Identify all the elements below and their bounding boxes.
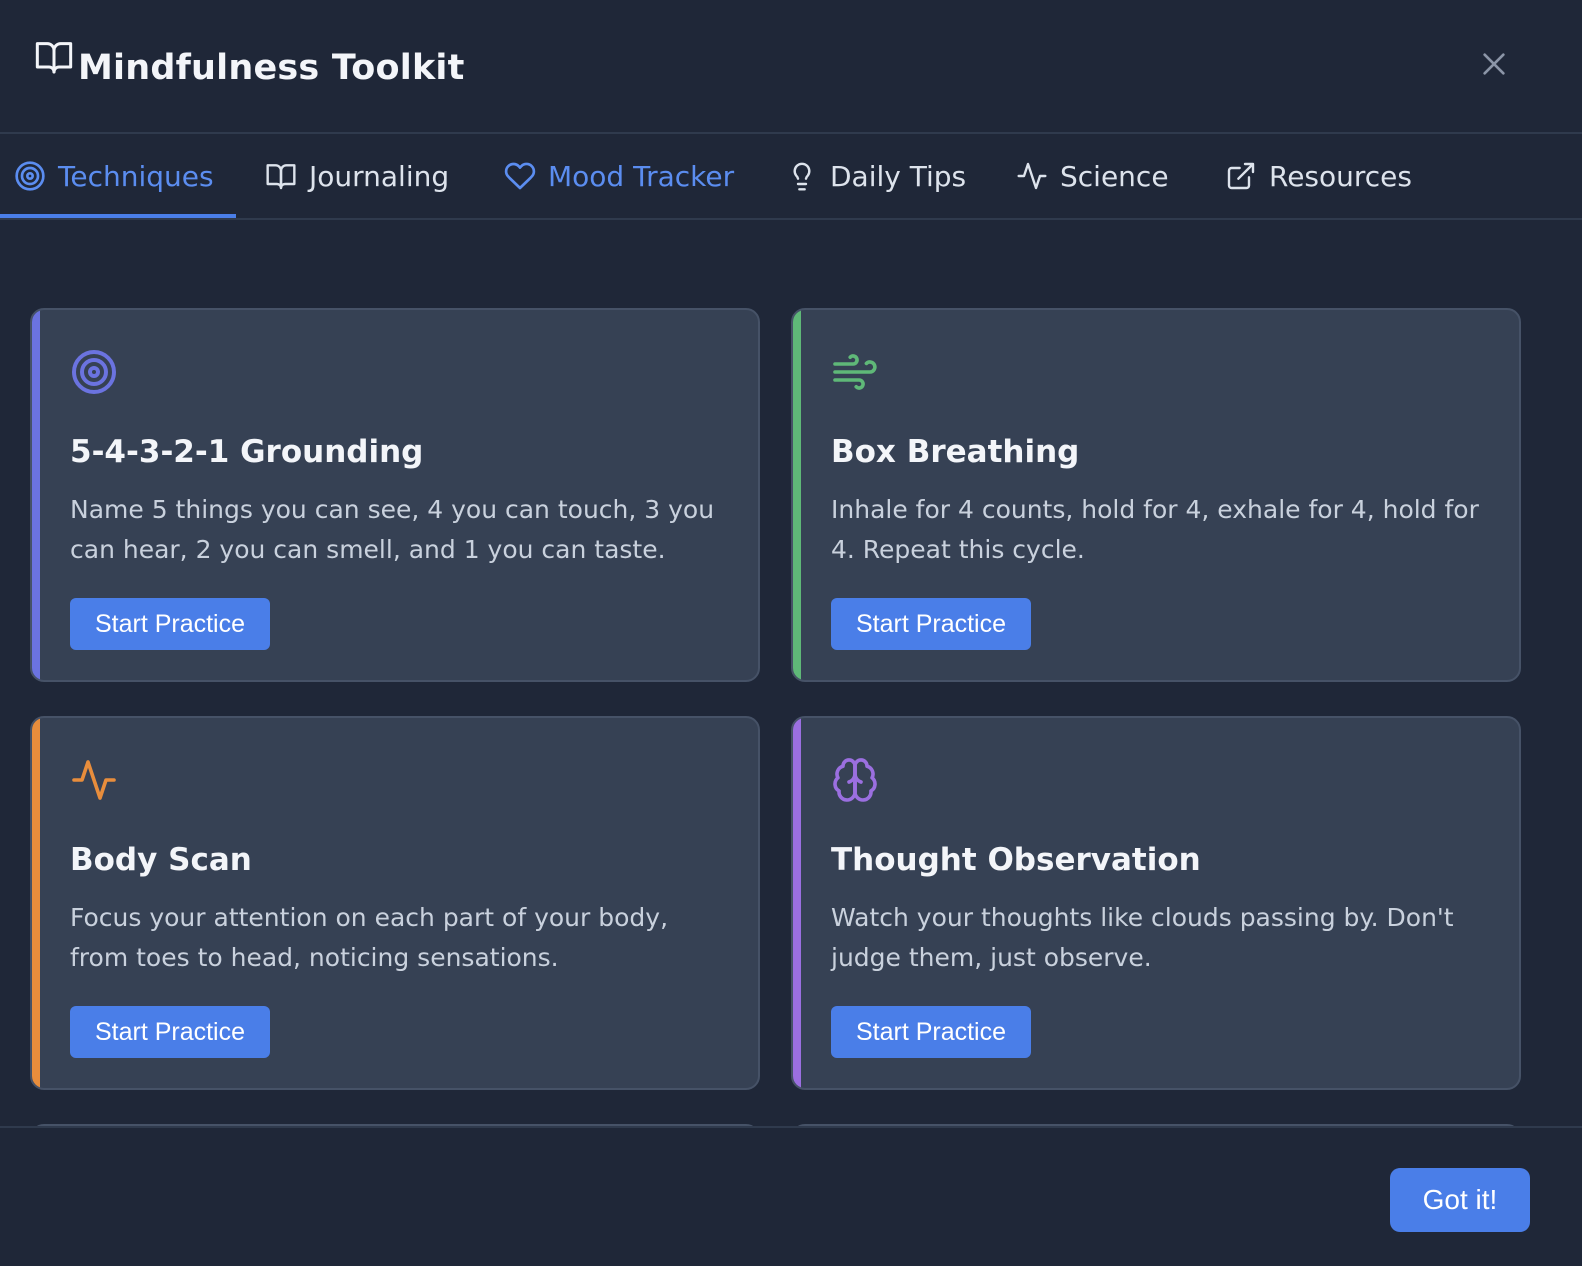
wind-icon xyxy=(833,354,877,390)
card-title: Thought Observation xyxy=(831,842,1201,878)
tab-label: Daily Tips xyxy=(830,159,967,193)
target-icon xyxy=(72,350,116,394)
technique-card-box-breathing: Box Breathing Inhale for 4 counts, hold … xyxy=(791,308,1521,682)
tab-techniques[interactable]: Techniques xyxy=(14,134,214,218)
tab-resources[interactable]: Resources xyxy=(1225,134,1412,218)
active-tab-indicator xyxy=(0,214,236,218)
dialog-footer: Got it! xyxy=(0,1126,1582,1266)
close-icon[interactable] xyxy=(1478,48,1510,80)
heart-icon xyxy=(504,162,536,190)
book-open-icon xyxy=(35,42,73,74)
technique-card-body-scan: Body Scan Focus your attention on each p… xyxy=(30,716,760,1090)
techniques-panel: 5-4-3-2-1 Grounding Name 5 things you ca… xyxy=(0,222,1582,1136)
book-open-icon xyxy=(266,164,296,190)
tab-label: Journaling xyxy=(309,159,450,193)
card-accent-stripe xyxy=(793,718,801,1088)
tab-label: Mood Tracker xyxy=(548,159,735,193)
start-practice-button[interactable]: Start Practice xyxy=(70,1006,270,1058)
tab-bar: Techniques Journaling Mood Tracker Daily… xyxy=(0,134,1582,220)
card-accent-stripe xyxy=(32,310,40,680)
card-accent-stripe xyxy=(793,310,801,680)
card-description: Watch your thoughts like clouds passing … xyxy=(831,903,1454,972)
card-title: Box Breathing xyxy=(831,434,1080,470)
technique-card-grounding: 5-4-3-2-1 Grounding Name 5 things you ca… xyxy=(30,308,760,682)
card-accent-stripe xyxy=(32,718,40,1088)
dialog-header: Mindfulness Toolkit xyxy=(0,0,1582,134)
lightbulb-icon xyxy=(793,162,811,191)
tab-science[interactable]: Science xyxy=(1016,134,1169,218)
activity-icon xyxy=(1017,162,1047,190)
card-description: Focus your attention on each part of you… xyxy=(70,903,669,972)
dialog-title: Mindfulness Toolkit xyxy=(78,48,465,88)
tab-daily-tips[interactable]: Daily Tips xyxy=(786,134,966,218)
tab-mood-tracker[interactable]: Mood Tracker xyxy=(504,134,734,218)
tab-journaling[interactable]: Journaling xyxy=(265,134,449,218)
card-description: Inhale for 4 counts, hold for 4, exhale … xyxy=(831,495,1479,564)
got-it-button[interactable]: Got it! xyxy=(1390,1168,1530,1232)
activity-icon xyxy=(72,760,116,800)
external-link-icon xyxy=(1227,162,1255,190)
card-description: Name 5 things you can see, 4 you can tou… xyxy=(70,495,715,564)
technique-card-thought-observation: Thought Observation Watch your thoughts … xyxy=(791,716,1521,1090)
start-practice-button[interactable]: Start Practice xyxy=(831,1006,1031,1058)
target-icon xyxy=(15,161,45,191)
start-practice-button[interactable]: Start Practice xyxy=(70,598,270,650)
brain-icon xyxy=(833,758,877,802)
tab-label: Techniques xyxy=(58,159,214,193)
tab-label: Science xyxy=(1060,159,1169,193)
card-title: Body Scan xyxy=(70,842,252,878)
tab-label: Resources xyxy=(1269,159,1412,193)
card-title: 5-4-3-2-1 Grounding xyxy=(70,434,424,470)
start-practice-button[interactable]: Start Practice xyxy=(831,598,1031,650)
